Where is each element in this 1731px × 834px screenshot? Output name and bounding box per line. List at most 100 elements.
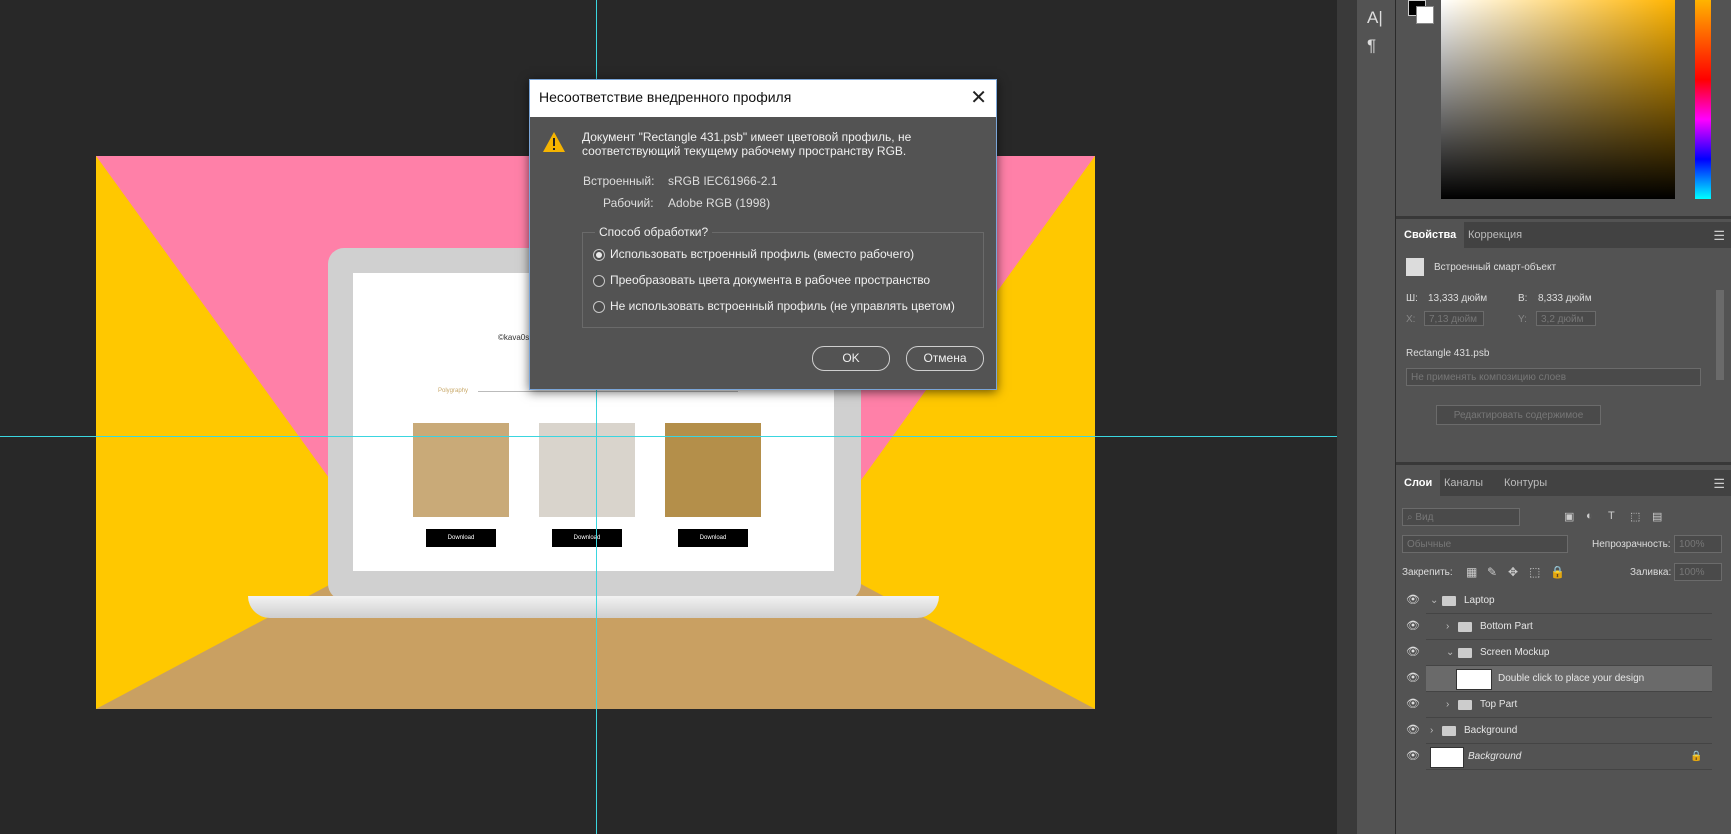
layer-name: Background <box>1464 725 1518 736</box>
tab-properties[interactable]: Свойства <box>1396 222 1465 248</box>
layer-row-bottom-part[interactable]: › Bottom Part <box>1426 614 1712 640</box>
profile-mismatch-dialog: Несоответствие внедренного профиля ✕ Док… <box>529 79 997 390</box>
filter-shape-icon[interactable]: ⬚ <box>1630 510 1640 523</box>
horizontal-guide[interactable] <box>0 436 1337 437</box>
radio-button[interactable] <box>593 275 605 287</box>
eye-icon[interactable]: 👁 <box>1406 614 1420 639</box>
layers-menu-icon[interactable]: ☰ <box>1713 476 1725 492</box>
smart-object-file: Rectangle 431.psb <box>1406 348 1490 359</box>
edit-contents-button[interactable]: Редактировать содержимое <box>1436 405 1601 425</box>
lock-label: Закрепить: <box>1402 567 1453 578</box>
filter-smart-icon[interactable]: ▤ <box>1652 510 1662 523</box>
dialog-title: Несоответствие внедренного профиля <box>539 89 792 105</box>
opacity-field[interactable]: 100% <box>1674 535 1722 553</box>
paragraph-icon[interactable]: ¶ <box>1367 36 1376 56</box>
right-panel: Свойства Коррекция ☰ Встроенный смарт-об… <box>1396 0 1731 834</box>
color-field[interactable] <box>1441 0 1675 199</box>
lock-icon: 🔒 <box>1690 751 1703 762</box>
tab-channels[interactable]: Каналы <box>1436 470 1491 496</box>
chevron-right-icon[interactable]: › <box>1446 692 1449 717</box>
layer-comp-dropdown[interactable]: Не применять композицию слоев <box>1406 368 1701 386</box>
option-label: Преобразовать цвета документа в рабочее … <box>610 273 931 287</box>
background-thumbnail <box>1430 747 1464 768</box>
filter-image-icon[interactable]: ▣ <box>1564 510 1574 523</box>
x-label: X: <box>1406 314 1416 325</box>
cancel-button[interactable]: Отмена <box>906 346 984 371</box>
properties-scrollbar[interactable] <box>1716 290 1724 380</box>
chevron-down-icon[interactable]: ⌄ <box>1446 640 1454 665</box>
radio-button-selected[interactable] <box>593 249 605 261</box>
mockup-thumb-3 <box>665 423 761 517</box>
fill-label: Заливка: <box>1630 567 1672 578</box>
layer-name: Screen Mockup <box>1480 647 1550 658</box>
close-icon[interactable]: ✕ <box>970 85 987 110</box>
chevron-right-icon[interactable]: › <box>1446 614 1449 639</box>
working-label: Рабочий: <box>603 196 654 210</box>
ok-button[interactable]: OK <box>812 346 890 371</box>
download-button-1: Download <box>426 529 496 547</box>
folder-icon <box>1458 622 1472 632</box>
layer-name: Bottom Part <box>1480 621 1533 632</box>
chevron-down-icon[interactable]: ⌄ <box>1430 588 1438 613</box>
lock-brush-icon[interactable]: ✎ <box>1487 565 1497 579</box>
tab-layers[interactable]: Слои <box>1396 470 1441 496</box>
eye-icon[interactable]: 👁 <box>1406 692 1420 717</box>
warning-icon <box>543 132 565 152</box>
y-field[interactable]: 3,2 дюйм <box>1536 311 1596 326</box>
working-value: Adobe RGB (1998) <box>668 196 771 210</box>
option-label: Не использовать встроенный профиль (не у… <box>610 299 955 313</box>
eye-icon[interactable]: 👁 <box>1406 588 1420 613</box>
folder-icon <box>1458 648 1472 658</box>
layer-name: Top Part <box>1480 699 1518 710</box>
lock-move-icon[interactable]: ✥ <box>1508 565 1518 579</box>
lock-artboard-icon[interactable]: ⬚ <box>1529 565 1540 579</box>
layer-row-background[interactable]: Background 🔒 <box>1426 744 1712 770</box>
eye-icon[interactable]: 👁 <box>1406 640 1420 665</box>
background-color-swatch[interactable] <box>1416 6 1434 24</box>
site-subtitle: Polygraphy <box>438 388 469 394</box>
filter-adjustment-icon[interactable]: ◐ <box>1586 510 1593 522</box>
eye-icon[interactable]: 👁 <box>1406 666 1420 691</box>
laptop-base <box>248 596 939 618</box>
canvas-scrollbar[interactable] <box>1337 0 1357 834</box>
folder-icon <box>1458 700 1472 710</box>
mockup-thumb-1 <box>413 423 509 517</box>
handling-group-title: Способ обработки? <box>595 225 713 239</box>
lock-pixels-icon[interactable]: ▦ <box>1466 565 1477 579</box>
tab-paths[interactable]: Контуры <box>1496 470 1555 496</box>
x-field[interactable]: 7,13 дюйм <box>1424 311 1484 326</box>
layer-row-laptop[interactable]: ⌄ Laptop <box>1426 588 1712 614</box>
search-placeholder: Вид <box>1415 512 1434 523</box>
eye-icon[interactable]: 👁 <box>1406 744 1420 769</box>
blend-mode-dropdown[interactable]: Обычные <box>1402 535 1568 553</box>
height-value[interactable]: 8,333 дюйм <box>1538 293 1592 304</box>
lock-all-icon[interactable]: 🔒 <box>1550 565 1565 579</box>
panel-menu-icon[interactable]: ☰ <box>1713 228 1725 244</box>
radio-button[interactable] <box>593 301 605 313</box>
layers-tabbar: Слои Каналы Контуры ☰ <box>1396 470 1731 496</box>
folder-icon <box>1442 596 1456 606</box>
chevron-right-icon[interactable]: › <box>1430 718 1433 743</box>
tab-adjustments[interactable]: Коррекция <box>1460 222 1530 248</box>
filter-type-icon[interactable]: T <box>1608 510 1615 522</box>
properties-tabbar: Свойства Коррекция ☰ <box>1396 222 1731 248</box>
hue-slider[interactable] <box>1695 0 1711 199</box>
layer-filter-search[interactable]: ⌕ Вид <box>1402 508 1520 526</box>
layer-row-smart-object[interactable]: Double click to place your design <box>1426 666 1712 692</box>
layer-name: Double click to place your design <box>1498 673 1645 684</box>
layer-row-background-group[interactable]: › Background <box>1426 718 1712 744</box>
layer-row-screen-mockup[interactable]: ⌄ Screen Mockup <box>1426 640 1712 666</box>
width-label: Ш: <box>1406 293 1418 304</box>
layer-name: Background <box>1468 751 1522 762</box>
width-value[interactable]: 13,333 дюйм <box>1428 293 1487 304</box>
eye-icon[interactable]: 👁 <box>1406 718 1420 743</box>
text-tool-icon[interactable]: A| <box>1367 8 1383 28</box>
dialog-titlebar: Несоответствие внедренного профиля ✕ <box>530 80 996 117</box>
dialog-message: Документ "Rectangle 431.psb" имеет цвето… <box>582 130 912 158</box>
opacity-label: Непрозрачность: <box>1592 539 1671 550</box>
smart-object-icon <box>1406 258 1424 276</box>
option-label: Использовать встроенный профиль (вместо … <box>610 247 915 261</box>
panel-separator <box>1396 216 1731 219</box>
layer-row-top-part[interactable]: › Top Part <box>1426 692 1712 718</box>
fill-field[interactable]: 100% <box>1674 563 1722 581</box>
